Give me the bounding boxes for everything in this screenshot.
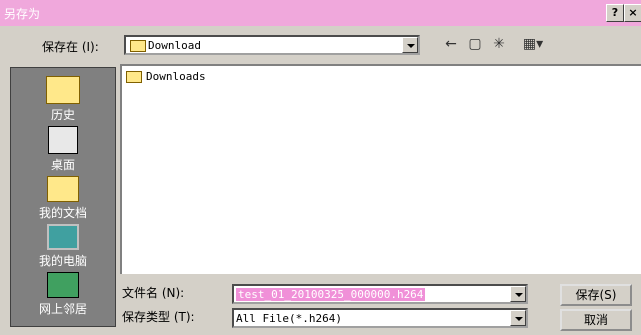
chevron-down-icon[interactable] <box>402 37 418 53</box>
save-in-combo[interactable]: Download <box>124 35 420 55</box>
place-label: 桌面 <box>50 158 75 172</box>
filename-field[interactable]: test_01_20100325_000000.h264 <box>232 284 528 304</box>
history-folder-icon <box>46 76 80 104</box>
save-button[interactable]: 保存(S) <box>560 284 632 306</box>
save-as-dialog: 另存为 ? × 保存在 (I): Download ← ▢ ✳ ▦▾ 历史 桌面… <box>0 0 641 335</box>
save-in-value: Download <box>148 39 201 52</box>
chevron-down-icon[interactable] <box>510 310 526 326</box>
folder-icon <box>126 71 142 83</box>
file-name: Downloads <box>146 70 206 83</box>
title-bar: 另存为 ? × <box>0 0 641 26</box>
place-label: 我的文档 <box>38 206 87 220</box>
close-button[interactable]: × <box>624 4 641 22</box>
place-my-documents[interactable]: 我的文档 <box>11 176 115 221</box>
filename-label: 文件名 (N): <box>122 286 185 300</box>
new-folder-icon[interactable]: ✳ <box>490 36 508 52</box>
up-folder-icon[interactable]: ▢ <box>466 36 484 52</box>
back-arrow-icon[interactable]: ← <box>442 36 460 52</box>
desktop-icon <box>48 126 78 154</box>
chevron-down-icon[interactable] <box>510 286 526 302</box>
save-in-label: 保存在 (I): <box>42 40 99 54</box>
place-desktop[interactable]: 桌面 <box>11 126 115 173</box>
filetype-select[interactable]: All File(*.h264) <box>232 308 528 328</box>
place-network[interactable]: 网上邻居 <box>11 272 115 317</box>
filename-value: test_01_20100325_000000.h264 <box>236 288 426 301</box>
places-bar: 历史 桌面 我的文档 我的电脑 网上邻居 <box>10 67 116 327</box>
cancel-button[interactable]: 取消 <box>560 309 632 331</box>
filetype-label: 保存类型 (T): <box>122 310 195 324</box>
place-my-computer[interactable]: 我的电脑 <box>11 224 115 269</box>
list-item[interactable]: Downloads <box>126 70 206 83</box>
my-documents-icon <box>47 176 79 202</box>
filetype-value: All File(*.h264) <box>236 312 342 325</box>
view-menu-icon[interactable]: ▦▾ <box>518 36 548 52</box>
place-label: 历史 <box>50 108 75 122</box>
place-label: 我的电脑 <box>38 254 87 268</box>
window-title: 另存为 <box>4 7 41 21</box>
folder-icon <box>130 40 146 52</box>
network-icon <box>47 272 79 298</box>
place-history[interactable]: 历史 <box>11 76 115 123</box>
place-label: 网上邻居 <box>38 302 87 316</box>
my-computer-icon <box>47 224 79 250</box>
file-list[interactable]: Downloads <box>120 64 641 274</box>
help-button[interactable]: ? <box>606 4 624 22</box>
